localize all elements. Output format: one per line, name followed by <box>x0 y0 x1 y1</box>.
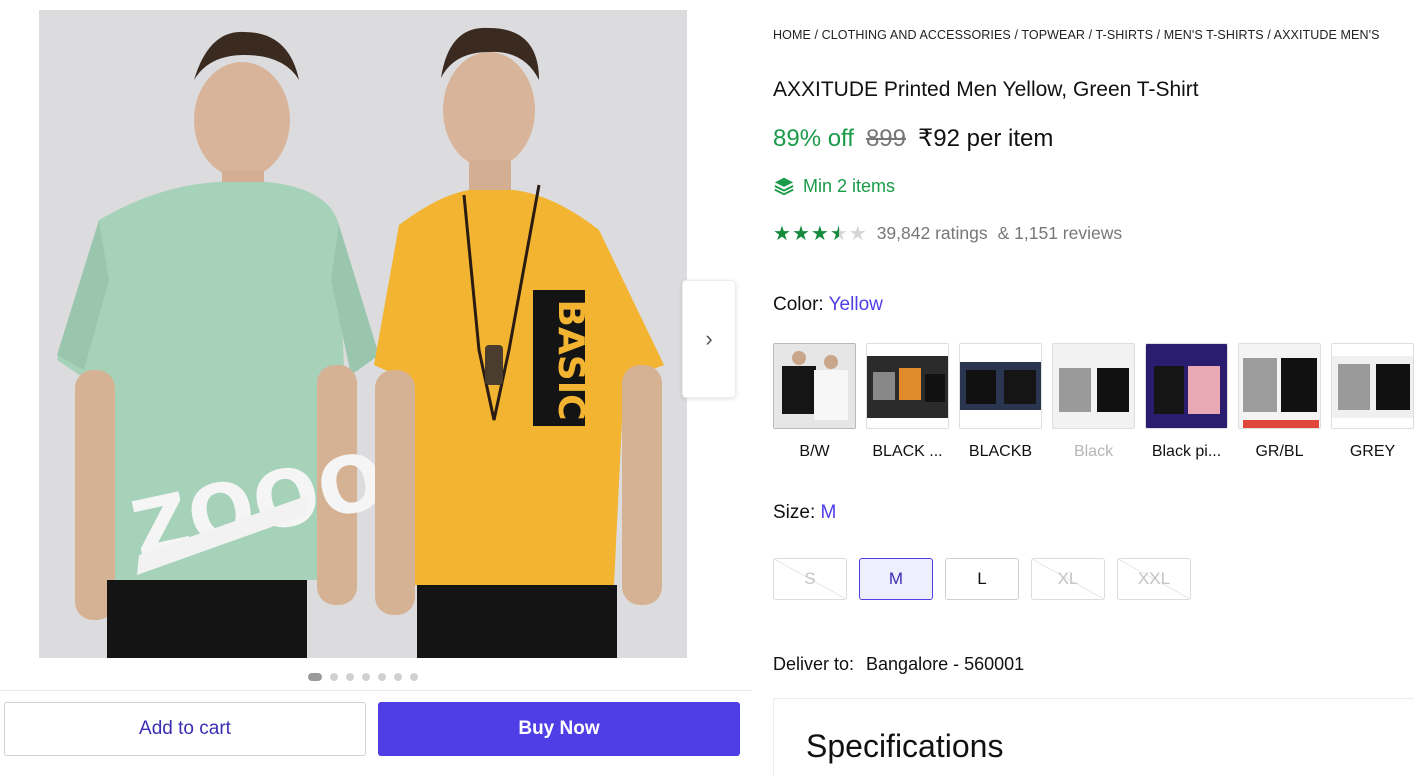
rating-row[interactable]: ★ ★ ★ ★ ★ 39,842 ratings & 1,151 reviews <box>773 221 1122 246</box>
swatch-thumbnail <box>1238 343 1321 429</box>
size-option-s[interactable]: S <box>773 558 847 600</box>
pagination-dot[interactable] <box>330 673 338 681</box>
size-label: Size: M <box>773 502 836 524</box>
pagination-dot[interactable] <box>362 673 370 681</box>
next-image-button[interactable]: › <box>682 280 736 398</box>
half-star-icon: ★ <box>829 223 848 245</box>
product-photo: ZOOOO BASIC <box>39 10 687 658</box>
discount-percent: 89% off <box>773 125 854 152</box>
swatch-thumbnail <box>1145 343 1228 429</box>
original-price: 899 <box>865 125 906 152</box>
swatch-thumbnail <box>1331 343 1414 429</box>
swatch-thumbnail <box>773 343 856 429</box>
color-option-blackb[interactable]: BLACKB <box>959 343 1042 461</box>
star-icon: ★ <box>848 223 867 245</box>
swatch-thumbnail <box>959 343 1042 429</box>
add-to-cart-button[interactable]: Add to cart <box>4 702 366 756</box>
color-option-label: GREY <box>1349 443 1396 460</box>
color-option-label: GR/BL <box>1255 443 1304 460</box>
color-swatches: B/W BLACK ... BLACKB Black Black pi... G… <box>773 343 1414 461</box>
color-option-black-pink[interactable]: Black pi... <box>1145 343 1228 461</box>
color-option-label: B/W <box>799 443 830 460</box>
color-option-label: Black <box>1073 443 1114 460</box>
color-option-grey[interactable]: GREY <box>1331 343 1414 461</box>
size-option-xl[interactable]: XL <box>1031 558 1105 600</box>
star-rating: ★ ★ ★ ★ ★ <box>773 221 867 246</box>
color-option-label: BLACK ... <box>872 443 943 460</box>
pagination-dot[interactable] <box>410 673 418 681</box>
specifications-title: Specifications <box>806 728 1004 764</box>
image-pagination-dots <box>308 673 418 681</box>
delivery-info[interactable]: Deliver to: Bangalore - 560001 <box>773 654 1024 675</box>
pagination-dot[interactable] <box>308 673 322 681</box>
final-price: ₹92 per item <box>918 125 1054 152</box>
star-icon: ★ <box>791 223 810 245</box>
right-shirt-print: BASIC <box>550 299 591 420</box>
pagination-dot[interactable] <box>378 673 386 681</box>
size-label-text: Size: <box>773 502 816 523</box>
min-items-text: Min 2 items <box>803 175 896 196</box>
chevron-right-icon: › <box>705 326 713 351</box>
ratings-count: 39,842 ratings <box>876 223 988 243</box>
swatch-thumbnail <box>866 343 949 429</box>
color-option-gr-bl[interactable]: GR/BL <box>1238 343 1321 461</box>
color-label: Color: Yellow <box>773 294 883 316</box>
pagination-dot[interactable] <box>394 673 402 681</box>
selected-color: Yellow <box>828 294 883 315</box>
product-title: AXXITUDE Printed Men Yellow, Green T-Shi… <box>773 78 1199 101</box>
layers-icon <box>774 177 794 196</box>
star-icon: ★ <box>810 223 829 245</box>
price-row: 89% off 899 ₹92 per item <box>773 124 1053 153</box>
color-label-text: Color: <box>773 294 824 315</box>
breadcrumb[interactable]: HOME / CLOTHING AND ACCESSORIES / TOPWEA… <box>773 28 1414 42</box>
color-option-label: BLACKB <box>968 443 1033 460</box>
color-option-black-2[interactable]: Black <box>1052 343 1135 461</box>
color-option-label: Black pi... <box>1151 443 1222 460</box>
selected-size: M <box>820 502 837 523</box>
divider <box>0 690 752 691</box>
color-option-bw[interactable]: B/W <box>773 343 856 461</box>
product-image[interactable]: ZOOOO BASIC <box>39 10 687 658</box>
size-option-xxl[interactable]: XXL <box>1117 558 1191 600</box>
delivery-label: Deliver to: <box>773 654 855 674</box>
pagination-dot[interactable] <box>346 673 354 681</box>
size-option-l[interactable]: L <box>945 558 1019 600</box>
color-option-black[interactable]: BLACK ... <box>866 343 949 461</box>
delivery-location: Bangalore - 560001 <box>866 654 1025 674</box>
size-options: S M L XL XXL <box>773 558 1191 600</box>
swatch-thumbnail <box>1052 343 1135 429</box>
reviews-count: & 1,151 reviews <box>997 223 1123 243</box>
min-items-info: Min 2 items <box>773 175 895 197</box>
buy-now-button[interactable]: Buy Now <box>378 702 740 756</box>
star-icon: ★ <box>773 223 791 245</box>
size-option-m[interactable]: M <box>859 558 933 600</box>
